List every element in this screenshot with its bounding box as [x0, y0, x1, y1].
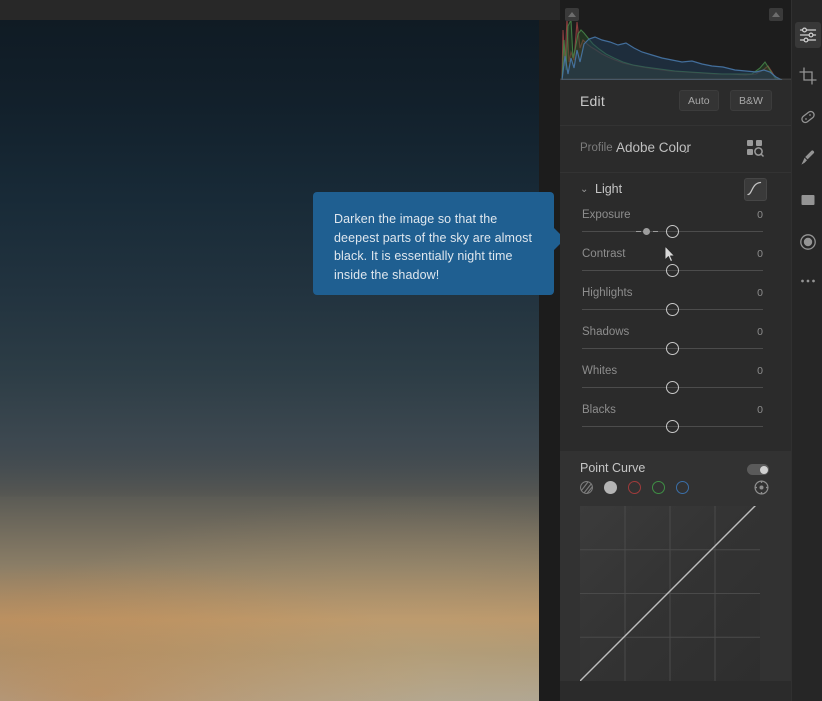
edit-sliders-icon[interactable] [795, 22, 821, 48]
red-channel-icon[interactable] [628, 481, 641, 494]
healing-brush-icon[interactable] [795, 104, 821, 130]
slider-reset-dash-left [636, 231, 641, 232]
targeted-adjustment-icon[interactable] [754, 480, 769, 495]
auto-button[interactable]: Auto [679, 90, 719, 111]
slider-label: Highlights [582, 287, 633, 299]
highlight-clipping-toggle[interactable] [769, 8, 783, 21]
point-curve-channel-selector [580, 481, 689, 494]
profile-value[interactable]: Adobe Color [616, 140, 691, 155]
photo-sunset-glow [0, 20, 539, 701]
slider-thumb[interactable] [666, 303, 679, 316]
slider-exposure[interactable]: Exposure 0 [560, 209, 791, 248]
rgb-luminance-channel-icon[interactable] [604, 481, 617, 494]
slider-thumb[interactable] [666, 264, 679, 277]
slider-value: 0 [757, 209, 763, 221]
slider-label: Blacks [582, 404, 616, 416]
slider-reset-dash-right [653, 231, 658, 232]
green-channel-icon[interactable] [652, 481, 665, 494]
slider-thumb[interactable] [666, 342, 679, 355]
slider-value: 0 [757, 287, 763, 299]
photo-canvas[interactable] [0, 0, 560, 701]
slider-thumb[interactable] [666, 225, 679, 238]
slider-blacks[interactable]: Blacks 0 [560, 404, 791, 443]
instruction-callout: Darken the image so that the deepest par… [313, 192, 554, 295]
profile-row[interactable]: Profile Adobe Color ⌄ [560, 126, 791, 173]
slider-value: 0 [757, 365, 763, 377]
bw-button[interactable]: B&W [730, 90, 772, 111]
slider-shadows[interactable]: Shadows 0 [560, 326, 791, 365]
shadow-clipping-toggle[interactable] [565, 8, 579, 21]
edit-panel-header: Edit Auto B&W [560, 80, 791, 126]
slider-value: 0 [757, 404, 763, 416]
profile-label: Profile [580, 142, 613, 154]
slider-label: Shadows [582, 326, 629, 338]
histogram[interactable] [560, 0, 791, 80]
slider-thumb[interactable] [666, 381, 679, 394]
slider-label: Contrast [582, 248, 625, 260]
parametric-curve-icon[interactable] [580, 481, 593, 494]
slider-contrast[interactable]: Contrast 0 [560, 248, 791, 287]
slider-label: Whites [582, 365, 617, 377]
tone-curve-icon[interactable] [744, 178, 767, 201]
crop-icon[interactable] [795, 63, 821, 89]
slider-value: 0 [757, 326, 763, 338]
linear-gradient-mask-icon[interactable] [795, 187, 821, 213]
light-section-title: Light [595, 182, 622, 196]
slider-previous-value-dot [643, 228, 650, 235]
brush-icon[interactable] [795, 145, 821, 171]
slider-highlights[interactable]: Highlights 0 [560, 287, 791, 326]
light-sliders: Exposure 0 Contrast 0 Highlights 0 [560, 209, 791, 443]
point-curve-plot [580, 506, 760, 681]
histogram-plot [560, 0, 791, 80]
point-curve-section: Point Curve [560, 451, 791, 681]
page-title: Edit [580, 93, 605, 109]
slider-label: Exposure [582, 209, 631, 221]
point-curve-toggle[interactable] [747, 464, 769, 475]
edited-photo[interactable] [0, 20, 539, 701]
point-curve-title: Point Curve [580, 461, 645, 475]
chevron-down-icon[interactable]: ⌄ [580, 184, 588, 195]
slider-value: 0 [757, 248, 763, 260]
profile-browser-icon[interactable] [745, 138, 765, 158]
light-section-header[interactable]: ⌄ Light [560, 173, 791, 209]
tool-rail [791, 0, 822, 701]
top-chrome-bar [0, 0, 560, 20]
instruction-callout-text: Darken the image so that the deepest par… [334, 210, 533, 284]
point-curve-grid[interactable] [580, 506, 760, 681]
slider-thumb[interactable] [666, 420, 679, 433]
radial-gradient-mask-icon[interactable] [795, 229, 821, 255]
blue-channel-icon[interactable] [676, 481, 689, 494]
slider-whites[interactable]: Whites 0 [560, 365, 791, 404]
chevron-down-icon[interactable]: ⌄ [682, 145, 690, 156]
lightroom-app-window: Darken the image so that the deepest par… [0, 0, 822, 701]
more-options-icon[interactable] [795, 268, 821, 294]
edit-panel: Edit Auto B&W Profile Adobe Color ⌄ ⌄ L [560, 0, 791, 701]
